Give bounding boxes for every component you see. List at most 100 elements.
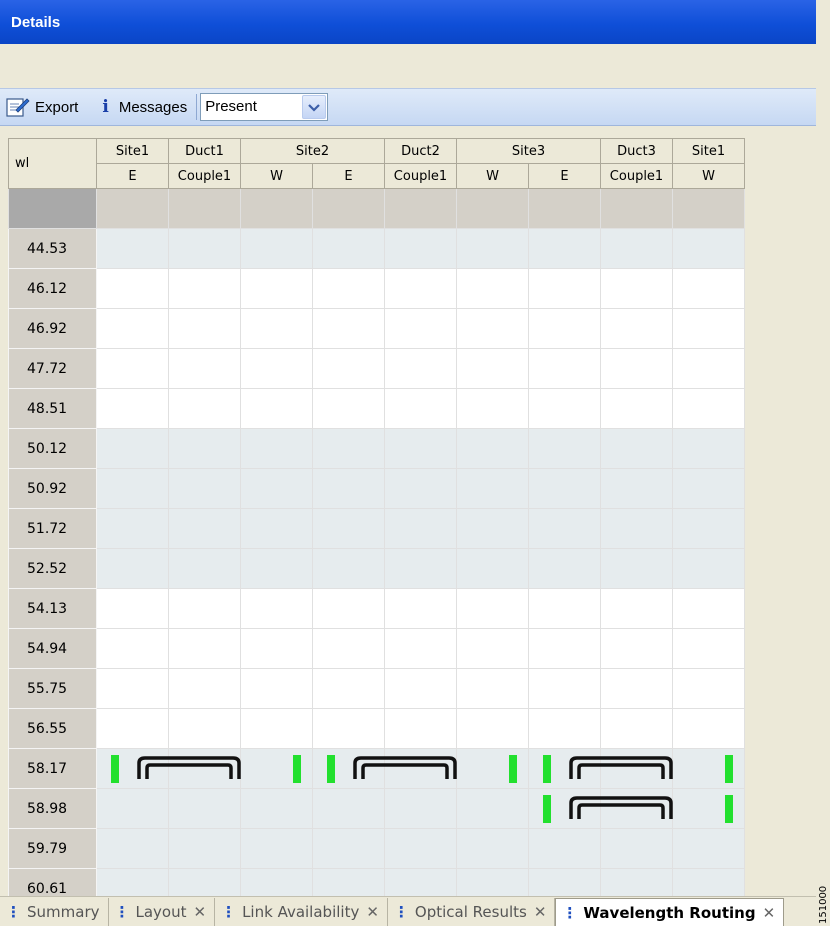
grid-cell[interactable] [240, 428, 313, 469]
grid-cell[interactable] [672, 548, 745, 589]
grid-cell[interactable] [528, 508, 601, 549]
grid-cell[interactable] [600, 428, 673, 469]
route-endpoint-marker[interactable] [111, 755, 119, 783]
grid-cell[interactable] [528, 468, 601, 509]
grid-cell[interactable] [240, 868, 313, 896]
grid-cell[interactable] [456, 788, 529, 829]
grid-cell[interactable] [96, 348, 169, 389]
column-subheader[interactable]: Couple1 [168, 163, 241, 189]
grid-cell[interactable] [384, 588, 457, 629]
grid-cell[interactable] [672, 228, 745, 269]
grid-cell[interactable] [240, 708, 313, 749]
grid-cell[interactable] [240, 468, 313, 509]
grid-cell[interactable] [672, 748, 745, 789]
grid-cell[interactable] [456, 708, 529, 749]
grid-cell[interactable] [312, 308, 385, 349]
grid-cell[interactable] [456, 828, 529, 869]
grid-cell[interactable] [600, 388, 673, 429]
column-group-header[interactable]: Site1 [672, 138, 745, 164]
grid-cell[interactable] [600, 628, 673, 669]
column-subheader[interactable]: E [96, 163, 169, 189]
grid-cell[interactable] [456, 388, 529, 429]
chevron-down-icon[interactable] [302, 95, 327, 119]
grid-cell[interactable] [384, 708, 457, 749]
grid-cell[interactable] [528, 268, 601, 309]
grid-cell[interactable] [672, 868, 745, 896]
grid-cell[interactable] [240, 668, 313, 709]
export-button[interactable]: Export [0, 94, 84, 120]
wavelength-label[interactable]: 46.12 [8, 268, 97, 309]
grid-cell[interactable] [456, 308, 529, 349]
grid-cell[interactable] [168, 468, 241, 509]
wavelength-label[interactable]: 46.92 [8, 308, 97, 349]
grid-cell[interactable] [168, 588, 241, 629]
grid-cell[interactable] [312, 708, 385, 749]
wavelength-label[interactable]: 54.94 [8, 628, 97, 669]
column-subheader[interactable]: Couple1 [384, 163, 457, 189]
grid-cell[interactable] [96, 308, 169, 349]
route-connector[interactable] [353, 749, 457, 789]
wavelength-label[interactable]: 55.75 [8, 668, 97, 709]
wavelength-label[interactable]: 58.98 [8, 788, 97, 829]
grid-cell[interactable] [528, 348, 601, 389]
grid-cell[interactable] [312, 868, 385, 896]
wavelength-label[interactable]: 54.13 [8, 588, 97, 629]
grid-cell[interactable] [528, 228, 601, 269]
grid-cell[interactable] [96, 668, 169, 709]
grid-cell[interactable] [240, 388, 313, 429]
wavelength-label[interactable]: 50.92 [8, 468, 97, 509]
grid-cell[interactable] [96, 388, 169, 429]
grid-cell[interactable] [672, 508, 745, 549]
grid-cell[interactable] [672, 308, 745, 349]
close-icon[interactable]: ✕ [763, 904, 776, 922]
grid-cell[interactable] [600, 668, 673, 709]
grid-cell[interactable] [672, 828, 745, 869]
grid-cell[interactable] [96, 468, 169, 509]
grid-cell[interactable] [168, 708, 241, 749]
grid-cell[interactable] [240, 748, 313, 789]
column-group-header[interactable]: Site1 [96, 138, 169, 164]
route-endpoint-marker[interactable] [543, 755, 551, 783]
grid-cell[interactable] [456, 548, 529, 589]
wavelength-label[interactable]: 58.17 [8, 748, 97, 789]
grid-cell[interactable] [384, 268, 457, 309]
grid-cell[interactable] [600, 548, 673, 589]
grid-cell[interactable] [528, 388, 601, 429]
grid-cell[interactable] [384, 428, 457, 469]
grid-cell[interactable] [312, 788, 385, 829]
grid-cell[interactable] [240, 348, 313, 389]
grid-cell[interactable] [384, 308, 457, 349]
grid-cell[interactable] [168, 508, 241, 549]
grid-cell[interactable] [96, 868, 169, 896]
grid-cell[interactable] [168, 828, 241, 869]
grid-cell[interactable] [600, 508, 673, 549]
grid-cell[interactable] [672, 468, 745, 509]
grid-cell[interactable] [600, 308, 673, 349]
grid-cell[interactable] [528, 628, 601, 669]
grid-cell[interactable] [168, 228, 241, 269]
grid-cell[interactable] [456, 228, 529, 269]
wavelength-label[interactable]: 47.72 [8, 348, 97, 389]
grid-cell[interactable] [312, 668, 385, 709]
grid-cell[interactable] [312, 388, 385, 429]
column-group-header[interactable]: Duct1 [168, 138, 241, 164]
grid-cell[interactable] [384, 548, 457, 589]
grid-cell[interactable] [456, 668, 529, 709]
grid-cell[interactable] [240, 268, 313, 309]
grid-cell[interactable] [96, 228, 169, 269]
grid-cell[interactable] [168, 268, 241, 309]
grid-cell[interactable] [384, 828, 457, 869]
column-group-header[interactable]: Duct3 [600, 138, 673, 164]
grid-cell[interactable] [528, 548, 601, 589]
grid-cell[interactable] [312, 588, 385, 629]
grid-cell[interactable] [168, 668, 241, 709]
grid-cell[interactable] [600, 228, 673, 269]
grid-cell[interactable] [600, 708, 673, 749]
wavelength-label[interactable]: 44.53 [8, 228, 97, 269]
grid-cell[interactable] [600, 348, 673, 389]
grid-cell[interactable] [528, 708, 601, 749]
grid-cell[interactable] [240, 828, 313, 869]
grid-cell[interactable] [96, 268, 169, 309]
wavelength-label[interactable]: 50.12 [8, 428, 97, 469]
column-subheader[interactable]: W [456, 163, 529, 189]
